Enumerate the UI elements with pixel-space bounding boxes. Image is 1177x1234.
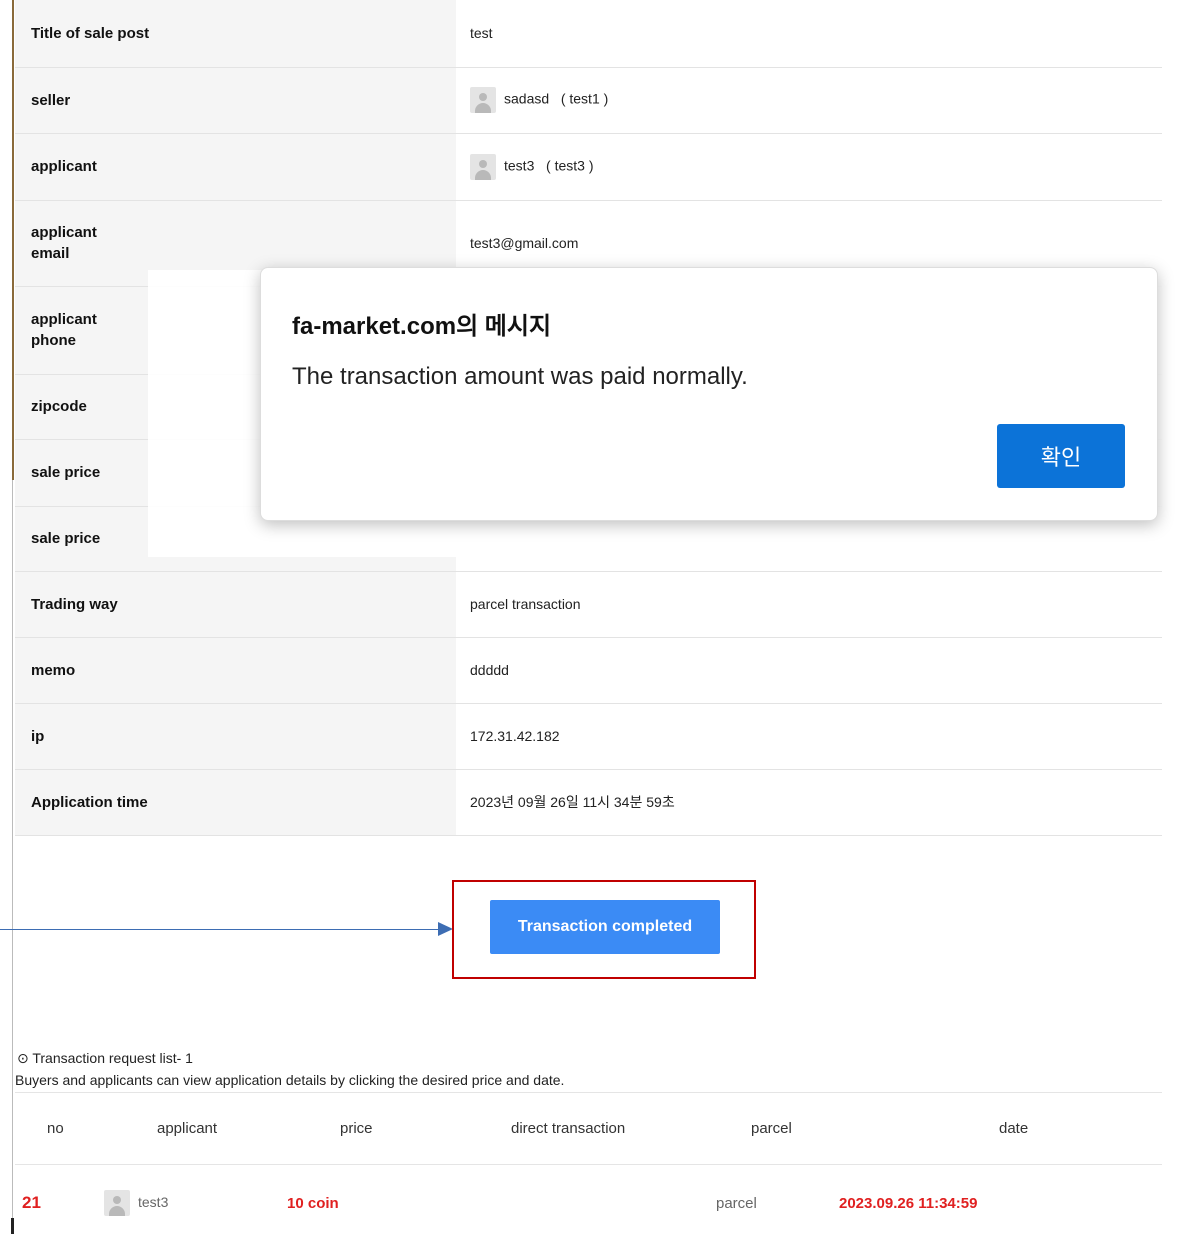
seller-avatar <box>470 87 496 113</box>
transaction-completed-button[interactable]: Transaction completed <box>490 900 720 954</box>
row-date-link[interactable]: 2023.09.26 11:34:59 <box>839 1195 977 1212</box>
detail-row-memo: memo ddddd <box>15 637 1162 704</box>
list-divider-mid <box>15 1164 1162 1165</box>
detail-label: Application time <box>15 769 456 836</box>
detail-value: 172.31.42.182 <box>456 703 1162 770</box>
row-no: 21 <box>22 1193 41 1212</box>
row-parcel: parcel <box>716 1195 757 1212</box>
applicant-avatar <box>470 153 496 180</box>
request-list-title: ⊙ Transaction request list- 1 <box>17 1050 193 1066</box>
applicant-id: ( test3 ) <box>546 157 594 174</box>
column-header-direct-transaction: direct transaction <box>511 1120 626 1137</box>
column-header-applicant: applicant <box>157 1120 218 1137</box>
detail-label: seller <box>15 67 456 134</box>
detail-value: 2023년 09월 26일 11시 34분 59초 <box>456 769 1162 836</box>
left-border-lower <box>12 480 13 1234</box>
column-header-parcel: parcel <box>751 1120 792 1137</box>
detail-value: parcel transaction <box>456 571 1162 638</box>
detail-value: sadasd ( test1 ) <box>456 67 1162 134</box>
detail-row-ip: ip 172.31.42.182 <box>15 703 1162 770</box>
row-applicant-name: test3 <box>138 1193 169 1210</box>
detail-value: ddddd <box>456 637 1162 704</box>
dialog-title: fa-market.com의 메시지 <box>292 313 552 340</box>
applicant-name: test3 <box>504 157 535 174</box>
left-border <box>12 0 14 480</box>
row-applicant: test3 <box>104 1190 168 1216</box>
left-tick <box>11 1218 14 1234</box>
detail-value: test3 ( test3 ) <box>456 133 1162 201</box>
list-divider-top <box>15 1092 1162 1093</box>
dialog-message: The transaction amount was paid normally… <box>292 363 748 390</box>
row-applicant-avatar <box>104 1190 130 1216</box>
detail-row-application-time: Application time 2023년 09월 26일 11시 34분 5… <box>15 769 1162 836</box>
annotation-arrow-head <box>438 922 453 936</box>
annotation-arrow-line <box>0 929 440 930</box>
seller-name: sadasd <box>504 90 550 107</box>
detail-row-title: Title of sale post test <box>15 0 1162 68</box>
dialog-ok-button[interactable]: 확인 <box>997 424 1125 488</box>
seller-id: ( test1 ) <box>560 90 609 107</box>
row-price-link[interactable]: 10 coin <box>287 1195 339 1212</box>
detail-label: ip <box>15 703 456 770</box>
alert-dialog: fa-market.com의 메시지 The transaction amoun… <box>260 267 1158 521</box>
detail-label: memo <box>15 637 456 704</box>
column-header-no: no <box>47 1120 64 1137</box>
detail-row-trading-way: Trading way parcel transaction <box>15 571 1162 638</box>
detail-label: Trading way <box>15 571 456 638</box>
column-header-price: price <box>340 1120 373 1137</box>
request-list-description: Buyers and applicants can view applicati… <box>15 1072 565 1088</box>
detail-label: applicant <box>15 133 456 201</box>
detail-label: Title of sale post <box>15 0 456 68</box>
detail-value: test <box>456 0 1162 68</box>
detail-row-seller: seller sadasd ( test1 ) <box>15 67 1162 134</box>
column-header-date: date <box>999 1120 1029 1137</box>
detail-row-applicant: applicant test3 ( test3 ) <box>15 133 1162 201</box>
